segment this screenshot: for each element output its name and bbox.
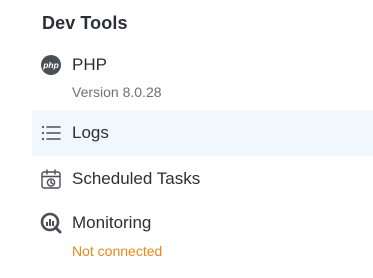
monitoring-status-text: Not connected bbox=[72, 243, 163, 259]
sidebar-item-monitoring[interactable]: Monitoring Not connected bbox=[32, 204, 373, 266]
list-icon bbox=[40, 122, 62, 144]
calendar-clock-icon bbox=[40, 168, 62, 190]
sidebar-item-scheduled-tasks[interactable]: Scheduled Tasks bbox=[32, 158, 373, 200]
sidebar-item-label: Logs bbox=[72, 123, 109, 142]
monitoring-icon bbox=[40, 212, 62, 234]
sidebar-item-label: Scheduled Tasks bbox=[72, 169, 201, 188]
section-title: Dev Tools bbox=[42, 13, 128, 33]
svg-text:php: php bbox=[42, 60, 59, 70]
sidebar-item-logs[interactable]: Logs bbox=[32, 110, 373, 156]
php-icon: php bbox=[40, 54, 62, 76]
sidebar-item-label: PHP bbox=[72, 55, 107, 74]
sidebar-item-label: Monitoring bbox=[72, 213, 152, 232]
sidebar-item-php[interactable]: php PHP Version 8.0.28 bbox=[32, 50, 373, 106]
php-version-text: Version 8.0.28 bbox=[72, 84, 162, 100]
